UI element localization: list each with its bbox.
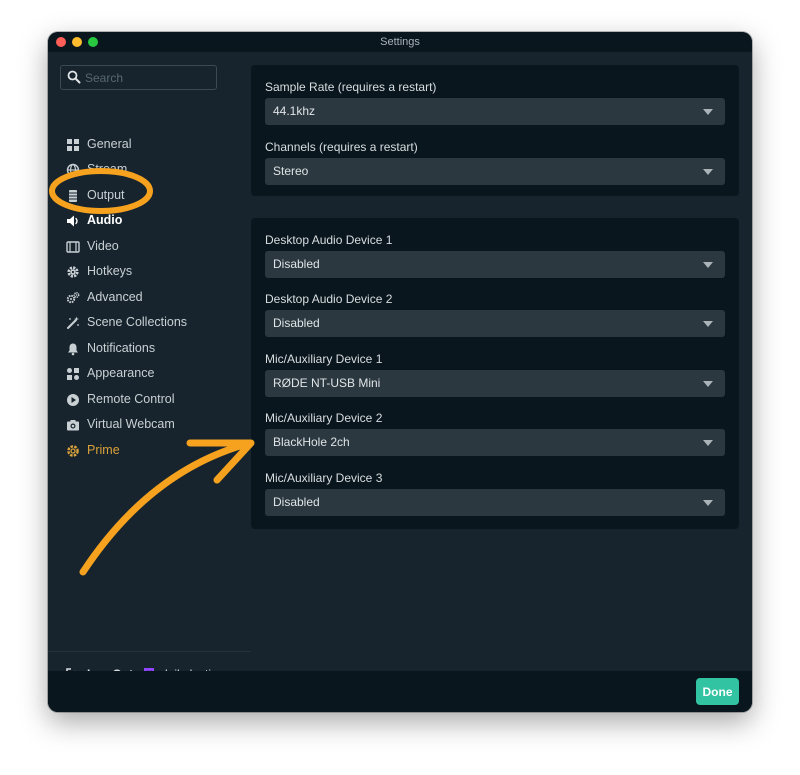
globe-icon	[66, 163, 80, 177]
mic-aux-3-value: Disabled	[273, 495, 320, 509]
output-icon	[69, 190, 77, 202]
channels-label: Channels (requires a restart)	[265, 140, 418, 154]
prime-icon	[67, 445, 79, 457]
sidebar-item-general[interactable]: General	[48, 134, 251, 156]
settings-window: Settings General	[48, 32, 752, 712]
sidebar-item-prime[interactable]: Prime	[48, 440, 251, 462]
mic-aux-2-select[interactable]: BlackHole 2ch	[265, 429, 725, 456]
search-input[interactable]	[85, 66, 210, 89]
sidebar-item-label: Appearance	[87, 366, 155, 380]
gear-icon	[67, 266, 79, 278]
sample-rate-value: 44.1khz	[273, 104, 316, 118]
audio-general-panel: Sample Rate (requires a restart) 44.1khz…	[251, 65, 739, 196]
sidebar-item-label: Notifications	[87, 341, 156, 355]
window-title: Settings	[380, 36, 420, 48]
sidebar-item-label: Virtual Webcam	[87, 417, 175, 431]
sidebar-item-label: Scene Collections	[87, 315, 188, 329]
sidebar-item-label: Hotkeys	[87, 264, 133, 278]
chevron-down-icon	[703, 500, 713, 506]
desktop-audio-1-select[interactable]: Disabled	[265, 251, 725, 278]
mic-aux-2-label: Mic/Auxiliary Device 2	[265, 411, 383, 425]
audio-devices-panel: Desktop Audio Device 1 Disabled Desktop …	[251, 218, 739, 529]
mic-aux-3-select[interactable]: Disabled	[265, 489, 725, 516]
sidebar-item-audio[interactable]: Audio	[48, 210, 251, 232]
chevron-down-icon	[703, 109, 713, 115]
grid-icon	[67, 139, 79, 151]
search-icon	[67, 70, 81, 84]
bottom-bar: Done	[48, 671, 752, 712]
desktop-audio-2-value: Disabled	[273, 316, 320, 330]
sidebar-item-label: Stream	[87, 162, 128, 176]
desktop-audio-2-select[interactable]: Disabled	[265, 310, 725, 337]
sidebar-item-label: Audio	[87, 213, 123, 227]
mic-aux-2-value: BlackHole 2ch	[273, 435, 350, 449]
sidebar-item-appearance[interactable]: Appearance	[48, 363, 251, 385]
sidebar-item-hotkeys[interactable]: Hotkeys	[48, 261, 251, 283]
desktop-audio-2-label: Desktop Audio Device 2	[265, 292, 393, 306]
sidebar-footer: Log Out dailydevtips	[48, 651, 251, 681]
sidebar-item-notifications[interactable]: Notifications	[48, 338, 251, 360]
done-button[interactable]: Done	[696, 678, 739, 705]
sidebar-item-label: Video	[87, 239, 119, 253]
zoom-window-button[interactable]	[88, 37, 98, 47]
sidebar-item-label: General	[87, 137, 132, 151]
desktop-audio-1-label: Desktop Audio Device 1	[265, 233, 393, 247]
minimize-window-button[interactable]	[72, 37, 82, 47]
gears-icon	[66, 292, 80, 304]
mic-aux-1-select[interactable]: RØDE NT-USB Mini	[265, 370, 725, 397]
sample-rate-label: Sample Rate (requires a restart)	[265, 80, 437, 94]
sidebar-item-remote-control[interactable]: Remote Control	[48, 389, 251, 411]
film-icon	[66, 241, 80, 253]
sidebar-item-label: Prime	[87, 443, 120, 457]
close-window-button[interactable]	[56, 37, 66, 47]
title-bar: Settings	[48, 32, 752, 52]
camera-icon	[67, 420, 79, 431]
sidebar-item-stream[interactable]: Stream	[48, 159, 251, 181]
bell-icon	[68, 343, 78, 356]
mic-aux-3-label: Mic/Auxiliary Device 3	[265, 471, 383, 485]
magic-wand-icon	[67, 316, 79, 329]
shapes-icon	[67, 368, 79, 380]
desktop-audio-1-value: Disabled	[273, 257, 320, 271]
sidebar-item-scene-collections[interactable]: Scene Collections	[48, 312, 251, 334]
chevron-down-icon	[703, 381, 713, 387]
chevron-down-icon	[703, 321, 713, 327]
speaker-icon	[67, 215, 78, 227]
sidebar-item-label: Advanced	[87, 290, 143, 304]
sidebar-item-label: Output	[87, 188, 125, 202]
sidebar-item-label: Remote Control	[87, 392, 175, 406]
search-box	[60, 65, 217, 90]
chevron-down-icon	[703, 169, 713, 175]
chevron-down-icon	[703, 440, 713, 446]
mic-aux-1-label: Mic/Auxiliary Device 1	[265, 352, 383, 366]
chevron-down-icon	[703, 262, 713, 268]
sidebar-item-virtual-webcam[interactable]: Virtual Webcam	[48, 414, 251, 436]
sidebar-item-video[interactable]: Video	[48, 236, 251, 258]
channels-value: Stereo	[273, 164, 309, 178]
sidebar-item-output[interactable]: Output	[48, 185, 251, 207]
play-circle-icon	[67, 394, 79, 406]
sample-rate-select[interactable]: 44.1khz	[265, 98, 725, 125]
channels-select[interactable]: Stereo	[265, 158, 725, 185]
settings-content: Sample Rate (requires a restart) 44.1khz…	[251, 52, 752, 671]
sidebar-item-advanced[interactable]: Advanced	[48, 287, 251, 309]
settings-sidebar: General Stream Output	[48, 52, 251, 681]
mic-aux-1-value: RØDE NT-USB Mini	[273, 376, 381, 390]
